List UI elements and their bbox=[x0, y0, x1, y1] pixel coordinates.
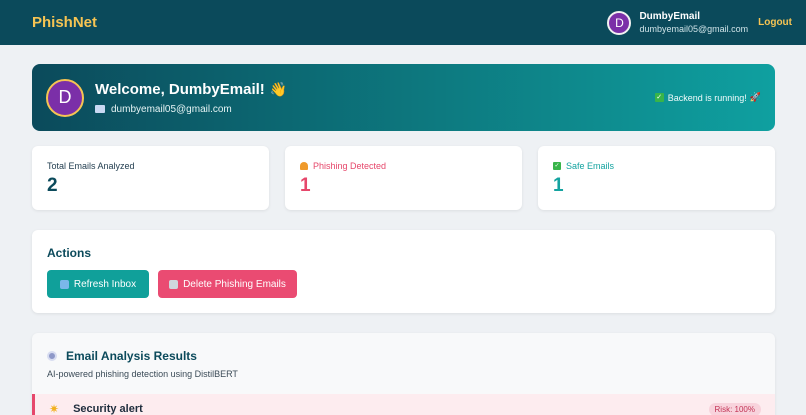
risk-badge: Risk: 100% bbox=[708, 402, 761, 415]
actions-panel: Actions Refresh Inbox Delete Phishing Em… bbox=[32, 230, 775, 313]
welcome-title: Welcome, DumbyEmail! bbox=[95, 80, 265, 98]
actions-title: Actions bbox=[47, 246, 92, 260]
user-menu: D DumbyEmail dumbyemail05@gmail.com Logo… bbox=[607, 10, 792, 35]
alert-icon: ✷ bbox=[49, 402, 60, 415]
stat-card-safe: ✓ Safe Emails 1 bbox=[538, 146, 775, 210]
backend-status: ✓ Backend is running! 🚀 bbox=[654, 92, 761, 103]
welcome-email-row: dumbyemail05@gmail.com bbox=[95, 104, 287, 115]
stat-label: Safe Emails bbox=[566, 161, 615, 171]
analysis-icon bbox=[47, 351, 57, 361]
results-title: Email Analysis Results bbox=[66, 349, 197, 363]
user-name: DumbyEmail bbox=[639, 11, 701, 22]
top-navbar: PhishNet D DumbyEmail dumbyemail05@gmail… bbox=[0, 0, 806, 45]
email-subject: Security alert bbox=[73, 403, 143, 415]
user-email: dumbyemail05@gmail.com bbox=[639, 24, 749, 34]
actions-buttons: Refresh Inbox Delete Phishing Emails bbox=[47, 270, 760, 298]
stat-value: 1 bbox=[553, 175, 564, 196]
check-icon: ✓ bbox=[654, 93, 664, 102]
stat-label: Total Emails Analyzed bbox=[47, 161, 135, 171]
rocket-icon: 🚀 bbox=[749, 92, 761, 102]
stat-label: Phishing Detected bbox=[313, 161, 387, 171]
results-subtitle: AI-powered phishing detection using Dist… bbox=[47, 369, 238, 379]
welcome-text: Welcome, DumbyEmail! 👋 dumbyemail05@gmail… bbox=[95, 81, 287, 115]
refresh-label: Refresh Inbox bbox=[73, 278, 137, 290]
stat-label-row: Phishing Detected bbox=[300, 161, 507, 171]
stat-card-phishing: Phishing Detected 1 bbox=[285, 146, 522, 210]
email-icon bbox=[95, 105, 105, 113]
user-avatar[interactable]: D bbox=[607, 10, 632, 35]
results-heading: Email Analysis Results bbox=[47, 349, 760, 363]
delete-label: Delete Phishing Emails bbox=[183, 278, 286, 290]
welcome-email: dumbyemail05@gmail.com bbox=[111, 103, 232, 115]
stat-label-row: ✓ Safe Emails bbox=[553, 161, 760, 171]
welcome-avatar: D bbox=[46, 78, 84, 117]
stat-card-total: Total Emails Analyzed 2 bbox=[32, 146, 269, 210]
logout-button[interactable]: Logout bbox=[758, 17, 792, 28]
stat-value: 1 bbox=[300, 175, 311, 196]
wave-icon: 👋 bbox=[269, 80, 288, 97]
delete-phishing-button[interactable]: Delete Phishing Emails bbox=[158, 270, 297, 298]
refresh-icon bbox=[59, 279, 69, 289]
alarm-icon bbox=[300, 162, 308, 170]
welcome-banner: D Welcome, DumbyEmail! 👋 dumbyemail05@gma… bbox=[32, 64, 775, 131]
welcome-heading: Welcome, DumbyEmail! 👋 bbox=[95, 81, 287, 98]
email-result-row[interactable]: ✷ Security alert Risk: 100% bbox=[32, 394, 775, 415]
backend-status-text: Backend is running! bbox=[667, 92, 747, 103]
stat-value: 2 bbox=[47, 175, 58, 196]
check-icon: ✓ bbox=[553, 162, 561, 170]
refresh-inbox-button[interactable]: Refresh Inbox bbox=[47, 270, 149, 298]
trash-icon bbox=[169, 279, 179, 289]
user-info: DumbyEmail dumbyemail05@gmail.com bbox=[639, 11, 748, 34]
brand-logo[interactable]: PhishNet bbox=[32, 14, 97, 31]
